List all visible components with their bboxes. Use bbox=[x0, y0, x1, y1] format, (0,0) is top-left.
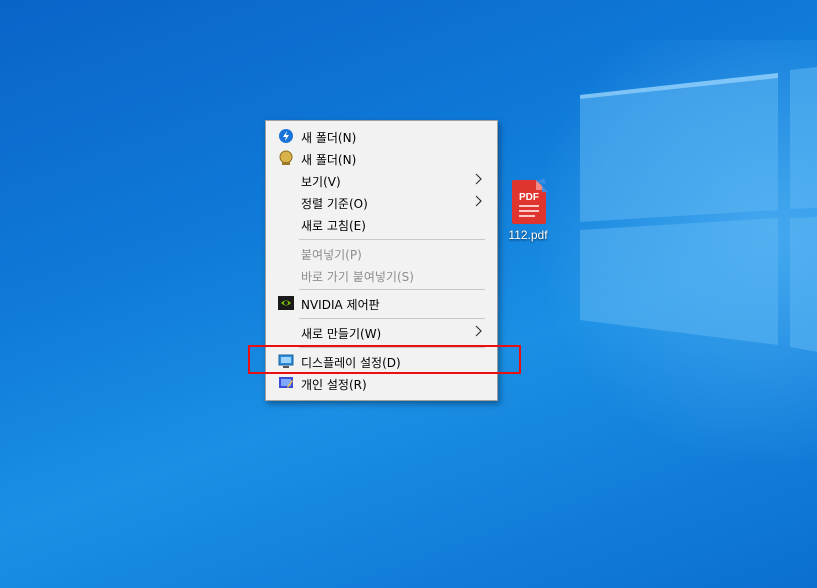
highlight-annotation-box bbox=[248, 345, 521, 374]
menu-item-label: 새로 만들기(W) bbox=[301, 327, 382, 341]
menu-item-label: NVIDIA 제어판 bbox=[301, 298, 380, 312]
menu-item-personalize[interactable]: 개인 설정(R) bbox=[268, 372, 495, 394]
menu-item-label: 붙여넣기(P) bbox=[301, 248, 362, 262]
personalize-icon bbox=[279, 377, 293, 388]
menu-item-paste[interactable]: 붙여넣기(P) bbox=[268, 242, 495, 264]
desktop-background[interactable]: PDF 112.pdf 새 폴더(N) 새 폴더(N) 보기(V) 정렬 기준(… bbox=[0, 0, 817, 588]
menu-item-sort-by[interactable]: 정렬 기준(O) bbox=[268, 191, 495, 213]
menu-item-label: 정렬 기준(O) bbox=[301, 197, 368, 211]
menu-item-new-folder-2[interactable]: 새 폴더(N) bbox=[268, 147, 495, 169]
menu-item-paste-shortcut[interactable]: 바로 가기 붙여넣기(S) bbox=[268, 264, 495, 286]
chevron-right-icon bbox=[475, 173, 482, 185]
menu-item-label: 새 폴더(N) bbox=[301, 131, 357, 145]
menu-item-label: 개인 설정(R) bbox=[301, 378, 367, 392]
menu-item-label: 새 폴더(N) bbox=[301, 153, 357, 167]
chevron-right-icon bbox=[475, 195, 482, 207]
file-name-label: 112.pdf bbox=[508, 228, 548, 242]
menu-item-refresh[interactable]: 새로 고침(E) bbox=[268, 213, 495, 235]
menu-item-label: 보기(V) bbox=[301, 175, 341, 189]
menu-item-view[interactable]: 보기(V) bbox=[268, 169, 495, 191]
desktop-file-112-pdf[interactable]: PDF 112.pdf bbox=[500, 178, 556, 250]
blue-bolt-icon bbox=[279, 129, 293, 143]
nvidia-icon bbox=[278, 296, 294, 310]
menu-separator bbox=[299, 318, 485, 319]
menu-item-nvidia-control-panel[interactable]: NVIDIA 제어판 bbox=[268, 292, 495, 314]
menu-item-new[interactable]: 새로 만들기(W) bbox=[268, 321, 495, 343]
menu-separator bbox=[299, 289, 485, 290]
pdf-badge-text: PDF bbox=[519, 192, 539, 203]
chevron-right-icon bbox=[475, 325, 482, 337]
gold-badge-icon bbox=[279, 150, 293, 165]
menu-item-new-folder-1[interactable]: 새 폴더(N) bbox=[268, 125, 495, 147]
menu-item-label: 바로 가기 붙여넣기(S) bbox=[301, 270, 414, 284]
menu-item-label: 새로 고침(E) bbox=[301, 219, 366, 233]
pdf-file-icon: PDF bbox=[512, 178, 548, 224]
menu-separator bbox=[299, 239, 485, 240]
